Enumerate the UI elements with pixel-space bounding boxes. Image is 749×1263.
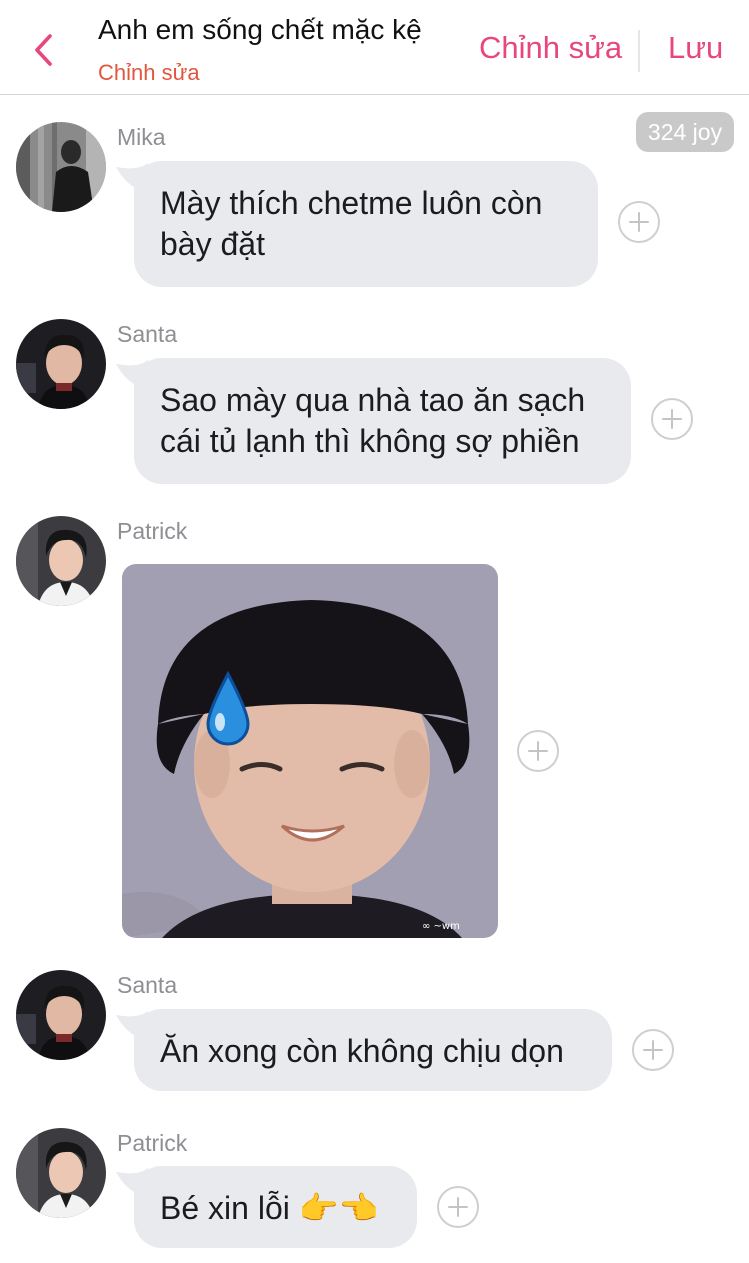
avatar-santa[interactable]	[16, 970, 106, 1060]
header-divider	[638, 30, 640, 72]
message-image[interactable]: ∞ ~wm	[122, 564, 498, 938]
sender-name: Mika	[117, 124, 166, 150]
plus-icon	[448, 1197, 468, 1217]
joy-badge: 324 joy	[636, 112, 734, 152]
reaction-photo: ∞ ~wm	[122, 564, 498, 938]
save-button[interactable]: Lưu	[668, 30, 723, 66]
avatar-image	[16, 122, 106, 212]
svg-text:∞ ~wm: ∞ ~wm	[422, 921, 460, 932]
avatar-patrick[interactable]	[16, 1128, 106, 1218]
add-reaction-button[interactable]	[437, 1186, 479, 1228]
plus-icon	[643, 1040, 663, 1060]
avatar-image	[16, 516, 106, 606]
sender-name: Patrick	[117, 518, 188, 544]
message-bubble[interactable]: Mày thích chetme luôn còn bày đặt	[134, 161, 598, 287]
chat-title: Anh em sống chết mặc kệ	[98, 14, 422, 45]
sender-name: Santa	[117, 321, 178, 347]
plus-icon	[528, 741, 548, 761]
plus-icon	[662, 409, 682, 429]
avatar-image	[16, 1128, 106, 1218]
message-bubble[interactable]: Sao mày qua nhà tao ăn sạch cái tủ lạnh …	[134, 358, 631, 484]
chat-subtitle-edit[interactable]: Chỉnh sửa	[98, 60, 200, 86]
add-reaction-button[interactable]	[517, 730, 559, 772]
avatar-mika[interactable]	[16, 122, 106, 212]
message-bubble[interactable]: Bé xin lỗi 👉👈	[134, 1166, 417, 1248]
avatar-santa[interactable]	[16, 319, 106, 409]
avatar-image	[16, 970, 106, 1060]
back-button[interactable]	[30, 32, 56, 68]
add-reaction-button[interactable]	[632, 1029, 674, 1071]
sender-name: Patrick	[117, 1130, 188, 1156]
add-reaction-button[interactable]	[651, 398, 693, 440]
avatar-patrick[interactable]	[16, 516, 106, 606]
plus-icon	[629, 212, 649, 232]
edit-button[interactable]: Chỉnh sửa	[479, 30, 622, 66]
sender-name: Santa	[117, 972, 178, 998]
chat-header: Anh em sống chết mặc kệ Chỉnh sửa Chỉnh …	[0, 0, 749, 95]
message-bubble[interactable]: Ăn xong còn không chịu dọn	[134, 1009, 612, 1091]
chevron-left-icon	[35, 34, 52, 66]
add-reaction-button[interactable]	[618, 201, 660, 243]
avatar-image	[16, 319, 106, 409]
